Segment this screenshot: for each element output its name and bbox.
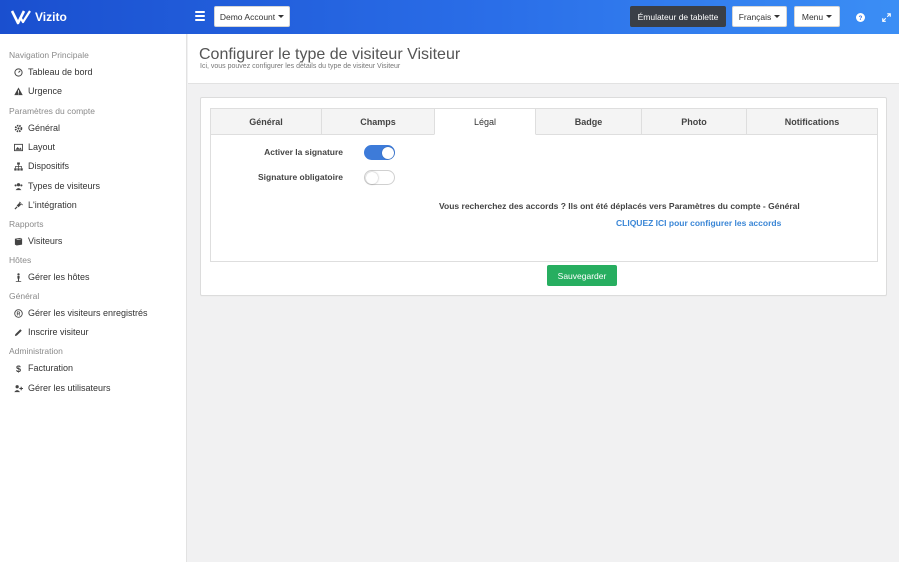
agreements-notice: Vous recherchez des accords ? Ils ont ét… bbox=[439, 201, 800, 211]
sidebar-section-title: Général bbox=[9, 291, 40, 301]
sidebar-item-label: Visiteurs bbox=[28, 236, 63, 246]
sidebar-section-title: Hôtes bbox=[9, 255, 32, 265]
configure-agreements-link[interactable]: CLIQUEZ ICI pour configurer les accords bbox=[616, 218, 781, 228]
sidebar-item-label: Gérer les hôtes bbox=[28, 272, 90, 282]
sidebar-item-label: Gérer les visiteurs enregistrés bbox=[28, 308, 148, 318]
sidebar: Navigation Principale Tableau de bord Ur… bbox=[0, 34, 187, 562]
required-signature-label: Signature obligatoire bbox=[257, 172, 343, 182]
tab-label: Badge bbox=[574, 116, 603, 127]
sidebar-item-label: Types de visiteurs bbox=[28, 181, 101, 191]
tab-badge[interactable]: Badge bbox=[535, 108, 642, 135]
sidebar-item-label: Tableau de bord bbox=[28, 67, 93, 77]
page-header: Configurer le type de visiteur Visiteur … bbox=[188, 34, 899, 84]
sidebar-item-label: Inscrire visiteur bbox=[28, 327, 89, 337]
sidebar-item-emergency[interactable]: Urgence bbox=[14, 86, 62, 96]
sidebar-item-devices[interactable]: Dispositifs bbox=[14, 161, 69, 171]
tab-label: Photo bbox=[681, 116, 707, 127]
sidebar-section-title: Rapports bbox=[9, 219, 44, 229]
users-icon bbox=[14, 182, 23, 191]
logo-text: Vizito bbox=[35, 10, 67, 24]
sidebar-item-manage-users[interactable]: Gérer les utilisateurs bbox=[14, 383, 111, 393]
sidebar-item-label: Dispositifs bbox=[28, 161, 70, 171]
tab-label: Notifications bbox=[784, 116, 840, 127]
sidebar-item-label: Facturation bbox=[28, 363, 74, 373]
toggle-knob bbox=[366, 172, 378, 184]
caret-down-icon bbox=[278, 15, 285, 18]
sidebar-item-visitors[interactable]: Visiteurs bbox=[14, 236, 62, 246]
sidebar-item-label: Layout bbox=[28, 142, 56, 152]
legal-tab-content: Activer la signature Signature obligatoi… bbox=[210, 134, 878, 262]
tab-photo[interactable]: Photo bbox=[641, 108, 747, 135]
hamburger-menu-icon[interactable] bbox=[195, 11, 205, 21]
tab-general[interactable]: Général bbox=[210, 108, 322, 135]
account-dropdown[interactable]: Demo Account bbox=[214, 6, 290, 27]
tab-legal[interactable]: Légal bbox=[434, 108, 536, 135]
tablet-emulator-button[interactable]: Émulateur de tablette bbox=[630, 6, 726, 27]
sidebar-section-title: Paramètres du compte bbox=[9, 106, 95, 116]
signature-label: Activer la signature bbox=[264, 147, 343, 157]
tab-label: Général bbox=[249, 116, 283, 127]
person-icon bbox=[14, 272, 23, 282]
language-dropdown[interactable]: Français bbox=[732, 6, 787, 27]
tablet-emulator-label: Émulateur de tablette bbox=[637, 11, 719, 22]
top-bar: Vizito Demo Account Émulateur de tablett… bbox=[0, 0, 899, 34]
save-label: Sauvegarder bbox=[557, 270, 607, 281]
svg-text:?: ? bbox=[858, 15, 862, 21]
vizito-logo-icon bbox=[11, 10, 31, 25]
sidebar-item-integration[interactable]: L'intégration bbox=[14, 200, 77, 210]
sidebar-item-general[interactable]: Général bbox=[14, 123, 60, 133]
warning-icon bbox=[14, 86, 23, 96]
dashboard-icon bbox=[14, 67, 23, 77]
language-label: Français bbox=[738, 11, 772, 22]
dollar-icon: $ bbox=[14, 364, 23, 373]
sitemap-icon bbox=[14, 161, 23, 171]
caret-down-icon bbox=[826, 15, 833, 18]
registered-icon: R bbox=[14, 308, 23, 318]
tab-label: Légal bbox=[473, 116, 497, 127]
sidebar-item-dashboard[interactable]: Tableau de bord bbox=[14, 67, 93, 77]
sidebar-item-label: Gérer les utilisateurs bbox=[28, 383, 111, 393]
sidebar-item-registered-visitors[interactable]: R Gérer les visiteurs enregistrés bbox=[14, 308, 148, 318]
gear-icon bbox=[14, 124, 23, 133]
help-icon[interactable]: ? bbox=[854, 11, 866, 23]
sidebar-item-label: L'intégration bbox=[28, 200, 77, 210]
fullscreen-icon[interactable] bbox=[880, 11, 892, 23]
caret-down-icon bbox=[774, 15, 781, 18]
sidebar-item-visitor-types[interactable]: Types de visiteurs bbox=[14, 181, 100, 191]
menu-dropdown[interactable]: Menu bbox=[794, 6, 840, 27]
sidebar-item-manage-hosts[interactable]: Gérer les hôtes bbox=[14, 272, 90, 282]
toggle-knob bbox=[381, 146, 394, 159]
account-label: Demo Account bbox=[219, 11, 276, 22]
user-plus-icon bbox=[14, 384, 23, 393]
menu-label: Menu bbox=[801, 11, 824, 22]
sidebar-item-label: Général bbox=[28, 123, 61, 133]
required-signature-toggle[interactable] bbox=[364, 170, 395, 185]
sidebar-item-layout[interactable]: Layout bbox=[14, 142, 55, 152]
tab-notifications[interactable]: Notifications bbox=[746, 108, 878, 135]
svg-text:$: $ bbox=[16, 364, 21, 373]
sidebar-section-title: Administration bbox=[9, 346, 63, 356]
sidebar-item-register-visitor[interactable]: Inscrire visiteur bbox=[14, 327, 89, 337]
tab-bar: Général Champs Légal Badge Photo Notific… bbox=[210, 108, 878, 135]
page-title: Configurer le type de visiteur Visiteur bbox=[199, 46, 461, 63]
pencil-icon bbox=[14, 328, 23, 337]
sidebar-section-title: Navigation Principale bbox=[9, 50, 89, 60]
signature-toggle[interactable] bbox=[364, 145, 395, 160]
settings-panel: Général Champs Légal Badge Photo Notific… bbox=[200, 97, 887, 296]
tab-label: Champs bbox=[360, 116, 396, 127]
image-icon bbox=[14, 143, 23, 152]
tab-fields[interactable]: Champs bbox=[321, 108, 435, 135]
save-button[interactable]: Sauvegarder bbox=[547, 265, 617, 286]
book-icon bbox=[14, 237, 23, 246]
logo[interactable]: Vizito bbox=[11, 9, 67, 25]
sidebar-item-label: Urgence bbox=[28, 86, 63, 96]
plug-icon bbox=[14, 201, 23, 210]
sidebar-item-billing[interactable]: $ Facturation bbox=[14, 363, 73, 373]
page-subtitle: Ici, vous pouvez configurer les détails … bbox=[200, 63, 401, 70]
svg-text:R: R bbox=[17, 311, 21, 317]
